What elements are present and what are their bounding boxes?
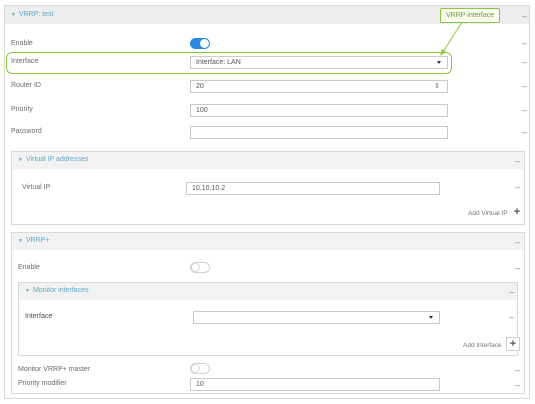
priority-modifier-input[interactable]: 10 (190, 378, 440, 391)
monitor-interface-label: Interface (25, 313, 53, 320)
password-input[interactable] (190, 126, 448, 139)
delete-password-icon[interactable]: – (522, 128, 527, 137)
toggle-knob (191, 263, 200, 272)
collapse-vrrp-icon[interactable]: – (522, 12, 527, 21)
delete-priority-modifier-icon[interactable]: – (515, 381, 520, 390)
monitor-master-toggle[interactable] (190, 363, 210, 374)
chevron-down-icon (437, 61, 441, 64)
vrrpplus-section-title[interactable]: ▼ VRRP+ (18, 237, 50, 244)
router-id-value: 20 (196, 83, 204, 90)
vrrpplus-title-text: VRRP+ (25, 237, 50, 244)
caret-down-icon: ▼ (18, 157, 23, 163)
caret-down-icon: ▼ (18, 238, 23, 244)
monitor-interfaces-title-text: Monitor interfaces (32, 287, 89, 294)
monitor-master-label: Monitor VRRP+ master (18, 366, 91, 373)
add-virtual-ip-button[interactable]: + (510, 206, 524, 220)
vrrp-section-title[interactable]: ▼ VRRP: test (11, 11, 54, 18)
virtual-ip-label: Virtual IP (22, 184, 51, 191)
virtual-ip-section-title[interactable]: ▼ Virtual IP addresses (18, 156, 88, 163)
priority-modifier-value: 10 (196, 381, 204, 388)
virtual-ip-header[interactable] (12, 152, 524, 169)
monitor-interface-select[interactable] (193, 311, 440, 324)
chevron-down-icon (429, 316, 433, 319)
enable-label: Enable (11, 40, 33, 47)
delete-router-id-icon[interactable]: – (522, 82, 527, 91)
add-interface-label: Add Interface (463, 342, 502, 349)
priority-value: 100 (196, 107, 208, 114)
password-label: Password (11, 128, 42, 135)
enable-toggle[interactable] (190, 38, 210, 49)
virtual-ip-value: 10.10.10.2 (192, 185, 226, 192)
router-id-label: Router ID (11, 82, 41, 89)
monitor-interfaces-title[interactable]: ▼ Monitor interfaces (25, 287, 89, 294)
priority-modifier-label: Priority modifier (18, 380, 67, 387)
priority-label: Priority (11, 106, 33, 113)
vrrpplus-enable-label: Enable (18, 264, 40, 271)
delete-monitor-interface-icon[interactable]: – (509, 313, 514, 322)
delete-monitor-master-icon[interactable]: – (515, 366, 520, 375)
interface-select-value: Interface: LAN (196, 59, 241, 66)
monitor-interfaces-header[interactable] (19, 283, 517, 300)
virtual-ip-input[interactable]: 10.10.10.2 (186, 182, 440, 195)
delete-interface-icon[interactable]: – (522, 58, 527, 67)
interface-select[interactable]: Interface: LAN (190, 56, 448, 69)
toggle-knob (191, 364, 200, 373)
spinner-icon[interactable]: ⇕ (434, 82, 440, 90)
caret-down-icon: ▼ (11, 12, 16, 18)
collapse-vrrpplus-icon[interactable]: – (515, 238, 520, 247)
delete-enable-icon[interactable]: – (522, 39, 527, 48)
delete-priority-icon[interactable]: – (522, 106, 527, 115)
priority-input[interactable]: 100 (190, 104, 448, 117)
add-interface-button[interactable]: + (506, 337, 520, 351)
caret-down-icon: ▼ (25, 288, 30, 294)
collapse-monitor-icon[interactable]: – (509, 288, 514, 297)
virtual-ip-title-text: Virtual IP addresses (25, 156, 89, 163)
vrrpplus-header[interactable] (12, 233, 524, 250)
collapse-virtual-ip-icon[interactable]: – (515, 157, 520, 166)
delete-virtual-ip-icon[interactable]: – (515, 183, 520, 192)
vrrp-section-title-text: VRRP: test (18, 11, 54, 18)
delete-vrrpplus-enable-icon[interactable]: – (515, 264, 520, 273)
vrrpplus-enable-toggle[interactable] (190, 262, 210, 273)
add-virtual-ip-label: Add Virtual IP (468, 210, 508, 217)
toggle-knob (200, 39, 209, 48)
interface-label: Interface (11, 58, 39, 65)
router-id-input[interactable]: 20 ⇕ (190, 80, 448, 93)
